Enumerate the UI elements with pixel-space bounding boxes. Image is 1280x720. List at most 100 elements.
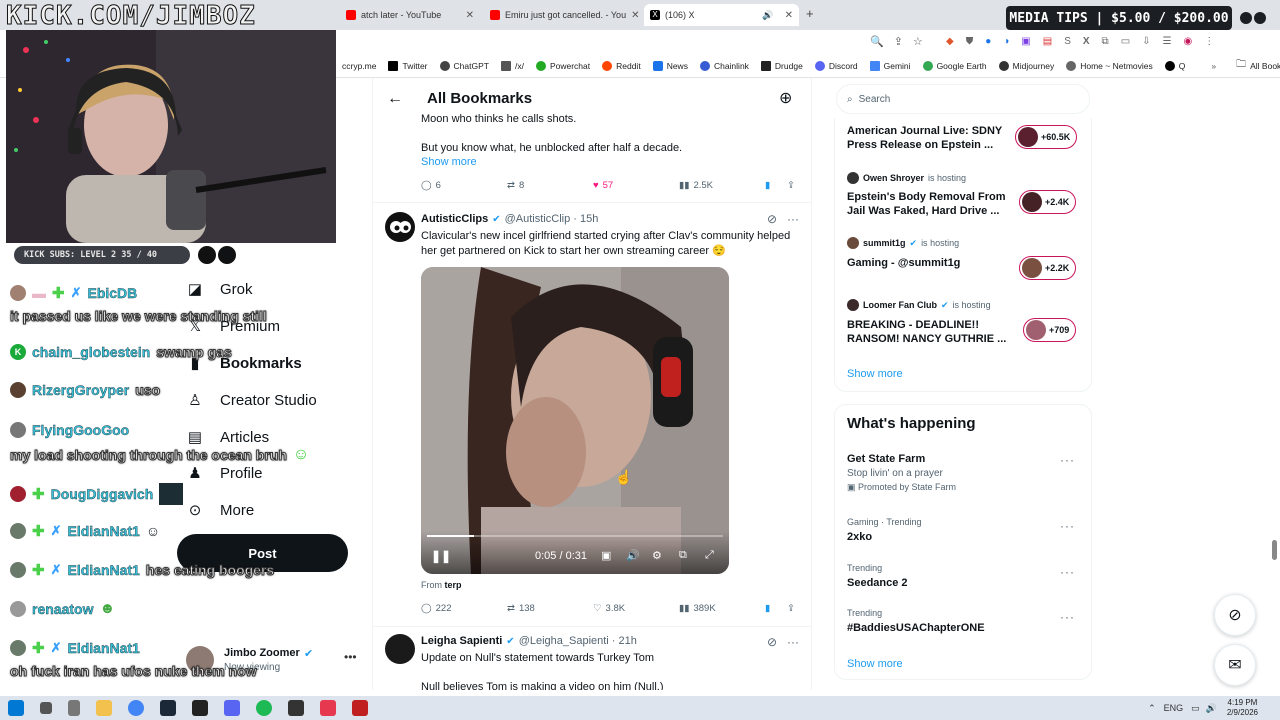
- puzzle-icon[interactable]: ⧉: [1102, 36, 1109, 47]
- share-button[interactable]: ⇪: [787, 603, 795, 614]
- trend-item[interactable]: Trending Seedance 2: [847, 563, 1083, 589]
- language-indicator[interactable]: ENG: [1164, 703, 1184, 713]
- bookmarks-overflow-chevron-icon[interactable]: »: [1211, 61, 1216, 71]
- search-input[interactable]: ⌕ Search: [836, 84, 1090, 114]
- author-name[interactable]: Leigha Sapienti: [421, 635, 502, 647]
- chat-username[interactable]: renaatow: [32, 600, 94, 616]
- more-dots-icon[interactable]: ···: [1060, 519, 1075, 533]
- avatar[interactable]: [385, 634, 415, 664]
- x-extension-icon[interactable]: X: [1083, 36, 1090, 47]
- chat-username[interactable]: FlyingGooGoo: [32, 422, 130, 438]
- new-tab-button[interactable]: +: [806, 6, 814, 21]
- more-dots-icon[interactable]: ···: [787, 212, 799, 226]
- bookmark-item[interactable]: Drudge: [760, 60, 803, 71]
- chat-username[interactable]: RizergGroyper: [32, 382, 130, 398]
- bookmark-button[interactable]: ▮: [765, 603, 770, 614]
- volume-icon[interactable]: 🔊: [626, 549, 640, 562]
- grok-icon[interactable]: ⊘: [767, 212, 777, 226]
- video-progress-track[interactable]: [427, 535, 723, 537]
- views-button[interactable]: ▮▮ 389K: [679, 603, 716, 614]
- nav-item-chat[interactable]: at: [186, 244, 233, 262]
- extension-icon[interactable]: ▣: [1021, 36, 1030, 47]
- bookmark-manager-icon[interactable]: ☰: [1163, 36, 1172, 47]
- discord-icon[interactable]: [224, 700, 240, 716]
- views-button[interactable]: ▮▮ 2.5K: [679, 180, 713, 191]
- chat-username[interactable]: chaim_globestein: [32, 344, 151, 360]
- terminal-icon[interactable]: [192, 700, 208, 716]
- bookmark-item[interactable]: ccryp.me: [342, 61, 376, 71]
- task-view-icon[interactable]: [68, 700, 80, 716]
- reply-button[interactable]: ◯ 6: [421, 180, 441, 191]
- bookmark-item[interactable]: Reddit: [602, 60, 641, 71]
- grok-icon[interactable]: ⊘: [767, 635, 777, 649]
- steam-icon[interactable]: [160, 700, 176, 716]
- tab-youtube-emiru[interactable]: Emiru just got cancelled. - You ✕: [484, 4, 639, 26]
- listener-count-pill[interactable]: +60.5K: [1015, 125, 1078, 149]
- network-icon[interactable]: ▭: [1191, 703, 1200, 714]
- chat-username[interactable]: EbicDB: [87, 285, 137, 301]
- nav-item-profile[interactable]: ♟ Profile: [186, 464, 262, 483]
- extension-icon[interactable]: S: [1064, 36, 1071, 47]
- nav-item-grok[interactable]: ◪ Grok: [186, 280, 253, 299]
- more-dots-icon[interactable]: ···: [1060, 610, 1075, 624]
- chrome-icon[interactable]: [128, 700, 144, 716]
- all-bookmarks-folder[interactable]: 🗀All Bookmarks: [1236, 57, 1280, 74]
- trend-item[interactable]: Get State Farm Stop livin' on a prayer ▣…: [847, 453, 1083, 493]
- share-icon[interactable]: ⇪: [894, 35, 903, 48]
- captions-icon[interactable]: ▣: [601, 549, 611, 562]
- show-more-link[interactable]: Show more: [847, 368, 903, 380]
- bookmark-item[interactable]: Q: [1164, 60, 1185, 71]
- star-icon[interactable]: ☆: [913, 35, 923, 48]
- video-player[interactable]: ❚❚ 0:05 / 0:31 ▣ 🔊 ⚙ ⧉ ⤢ ☝: [421, 267, 729, 574]
- messages-floating-button[interactable]: ✉: [1214, 644, 1256, 686]
- bookmark-item[interactable]: Powerchat: [535, 60, 590, 71]
- chat-username[interactable]: EldianNat1: [67, 523, 140, 539]
- source-link[interactable]: terp: [445, 580, 462, 590]
- author-handle[interactable]: @AutisticClip · 15h: [505, 213, 599, 225]
- fullscreen-icon[interactable]: ⤢: [705, 549, 714, 562]
- chat-username[interactable]: EldianNat1: [67, 640, 140, 656]
- close-icon[interactable]: ✕: [785, 10, 793, 21]
- tray-chevron-icon[interactable]: ⌃: [1148, 703, 1156, 714]
- host-name[interactable]: Owen Shroyer: [863, 173, 924, 183]
- downloads-icon[interactable]: ⇩: [1142, 36, 1150, 47]
- menu-icon[interactable]: ⋮: [1204, 36, 1214, 47]
- more-dots-icon[interactable]: •••: [344, 650, 357, 664]
- like-button[interactable]: ♡ 3.8K: [593, 603, 625, 614]
- nav-item-more[interactable]: ⊙ More: [186, 501, 254, 520]
- bookmark-item[interactable]: Twitter: [388, 60, 428, 71]
- listener-count-pill[interactable]: +2.4K: [1019, 190, 1077, 214]
- author-handle[interactable]: @Leigha_Sapienti · 21h: [519, 635, 637, 647]
- bookmark-item[interactable]: Midjourney: [998, 60, 1054, 71]
- file-explorer-icon[interactable]: [96, 700, 112, 716]
- trend-item[interactable]: Gaming · Trending 2xko: [847, 517, 1083, 543]
- bookmark-item[interactable]: Discord: [814, 60, 858, 71]
- settings-gear-icon[interactable]: ⚙: [652, 549, 662, 562]
- speaker-icon[interactable]: 🔊: [762, 10, 773, 21]
- back-arrow-icon[interactable]: ←: [387, 90, 403, 108]
- bookmark-item[interactable]: Chainlink: [699, 60, 749, 71]
- show-more-link[interactable]: Show more: [421, 156, 477, 168]
- extension-icon[interactable]: ▤: [1043, 36, 1052, 47]
- fox-extension-icon[interactable]: ◆: [946, 36, 954, 47]
- share-button[interactable]: ⇪: [787, 180, 795, 191]
- repost-button[interactable]: ⇄ 8: [507, 180, 524, 191]
- close-icon[interactable]: ✕: [631, 10, 639, 21]
- nav-item-articles[interactable]: ▤ Articles: [186, 428, 269, 447]
- bookmark-item[interactable]: /x/: [500, 60, 524, 71]
- picture-in-picture-icon[interactable]: ⧉: [679, 549, 687, 562]
- app-icon[interactable]: [352, 700, 368, 716]
- spotify-icon[interactable]: [256, 700, 272, 716]
- author-name[interactable]: AutisticClips: [421, 213, 488, 225]
- bookmark-button[interactable]: ▮: [765, 180, 770, 191]
- space-title[interactable]: American Journal Live: SDNY Press Releas…: [847, 124, 1007, 152]
- nav-item-creator-studio[interactable]: ♙ Creator Studio: [186, 391, 316, 410]
- obs-icon[interactable]: [288, 700, 304, 716]
- sidebar-icon[interactable]: ▭: [1121, 36, 1130, 47]
- bookmark-item[interactable]: Google Earth: [922, 60, 987, 71]
- more-dots-icon[interactable]: ···: [1060, 453, 1075, 467]
- show-more-link[interactable]: Show more: [847, 658, 903, 670]
- bookmark-item[interactable]: Gemini: [869, 60, 911, 71]
- listener-count-pill[interactable]: +709: [1023, 318, 1077, 342]
- extension-icon[interactable]: ◑: [1003, 36, 1009, 47]
